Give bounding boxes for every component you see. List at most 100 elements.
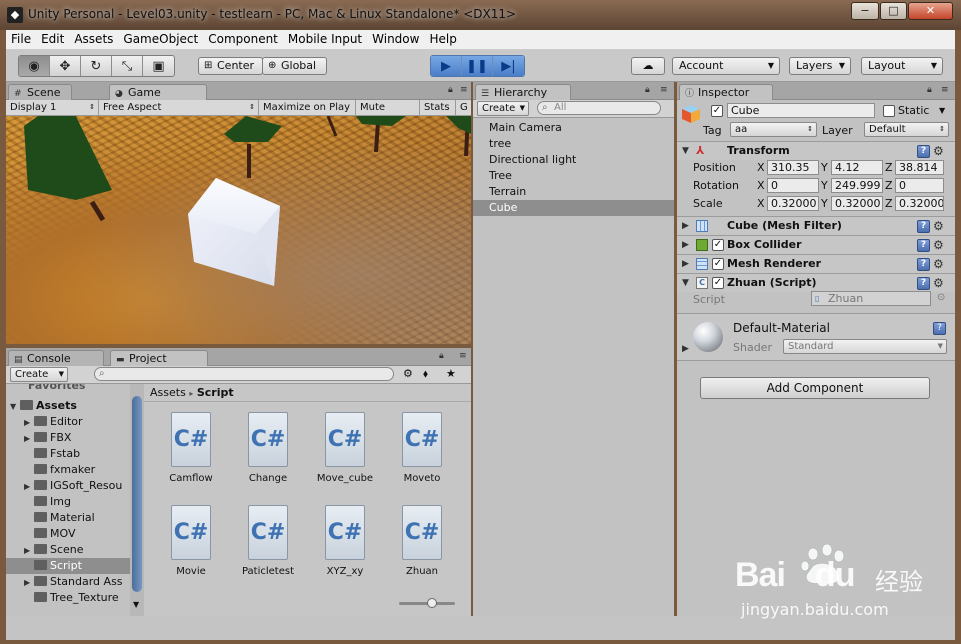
scale-z-field[interactable]: 0.32000 — [895, 196, 944, 211]
box-collider-header[interactable]: ▶ ✓ Box Collider ? ⚙ — [677, 235, 955, 254]
step-icon[interactable]: ▶| — [493, 56, 524, 76]
menu-window[interactable]: Window — [367, 30, 424, 46]
lock-icon[interactable]: 🔒︎ — [645, 85, 650, 95]
pause-icon[interactable]: ❚❚ — [462, 56, 493, 76]
hierarchy-create-dropdown[interactable]: Create ▼ — [477, 101, 529, 116]
filter-label-icon[interactable]: ⬧ — [423, 367, 428, 381]
script-checkbox[interactable]: ✓ — [712, 277, 724, 289]
folder-tree-item[interactable]: Fstab — [24, 446, 130, 462]
rotation-y-axis-label[interactable]: Y — [821, 179, 828, 192]
folder-tree-item[interactable]: ▶ Scene — [24, 542, 130, 558]
help-icon[interactable]: ? — [933, 322, 946, 335]
icon-size-slider[interactable] — [399, 598, 455, 608]
position-x-axis-label[interactable]: X — [757, 161, 765, 174]
fold-closed-icon[interactable]: ▶ — [24, 543, 34, 559]
minimize-button[interactable]: − — [851, 2, 879, 20]
icon-size-slider-thumb[interactable] — [427, 598, 437, 608]
menu-assets[interactable]: Assets — [69, 30, 118, 46]
active-checkbox[interactable]: ✓ — [711, 105, 723, 117]
tab-scene[interactable]: # Scene — [8, 84, 72, 100]
fold-closed-icon[interactable]: ▶ — [682, 344, 689, 354]
pivot-center-button[interactable]: ⊞ Center — [198, 57, 263, 75]
script-asset[interactable]: C# Camflow — [158, 412, 224, 484]
project-search-input[interactable]: ⌕ — [94, 367, 394, 381]
folder-tree-item[interactable]: MOV — [24, 526, 130, 542]
rotate-tool-icon[interactable]: ↻ — [81, 56, 112, 76]
tree-scrollbar-thumb[interactable] — [132, 396, 142, 592]
folder-tree-item[interactable]: ▼ Assets — [10, 398, 130, 414]
script-asset[interactable]: C# Zhuan — [389, 505, 455, 577]
mute-audio-toggle[interactable]: Mute audio — [356, 100, 420, 128]
menu-component[interactable]: Component — [203, 30, 283, 46]
folder-tree-item[interactable]: ▶ Standard Ass — [24, 574, 130, 590]
hierarchy-item[interactable]: Tree — [473, 168, 674, 184]
favorite-star-icon[interactable]: ★ — [446, 367, 456, 380]
mesh-filter-header[interactable]: ▶ Cube (Mesh Filter) ? ⚙ — [677, 216, 955, 235]
menu-mobile-input[interactable]: Mobile Input — [283, 30, 367, 46]
script-asset[interactable]: C# Moveto — [389, 412, 455, 484]
rect-tool-icon[interactable]: ▣ — [143, 56, 174, 76]
view-tool-eye-icon[interactable]: ◉ — [19, 56, 50, 76]
box-collider-checkbox[interactable]: ✓ — [712, 239, 724, 251]
gear-icon[interactable]: ⚙ — [933, 217, 944, 235]
aspect-dropdown[interactable]: Free Aspect ⇕ — [99, 100, 259, 116]
rotation-z-axis-label[interactable]: Z — [885, 179, 893, 192]
filter-type-icon[interactable]: ⚙ — [403, 367, 413, 380]
fold-closed-icon[interactable]: ▶ — [24, 479, 34, 495]
tab-inspector[interactable]: ⓘ Inspector — [679, 84, 773, 100]
layers-dropdown[interactable]: Layers ▼ — [789, 57, 851, 75]
position-y-axis-label[interactable]: Y — [821, 161, 828, 174]
panel-menu-icon[interactable]: ≡ — [660, 85, 668, 95]
static-checkbox[interactable] — [883, 105, 895, 117]
folder-tree-item[interactable]: ▶ IGSoft_Resou — [24, 478, 130, 494]
rotation-y-field[interactable]: 249.999 — [831, 178, 883, 193]
game-view[interactable] — [6, 116, 471, 344]
hierarchy-item[interactable]: Cube — [473, 200, 674, 216]
panel-menu-icon[interactable]: ≡ — [459, 351, 467, 361]
menu-gameobject[interactable]: GameObject — [118, 30, 203, 46]
fold-open-icon[interactable]: ▼ — [10, 399, 20, 415]
tree-scrollbar[interactable]: ▼ — [130, 384, 144, 616]
help-icon[interactable]: ? — [917, 220, 930, 233]
gizmos-dropdown[interactable]: G — [456, 100, 471, 116]
help-icon[interactable]: ? — [917, 145, 930, 158]
breadcrumb-assets[interactable]: Assets — [150, 386, 186, 399]
display-dropdown[interactable]: Display 1 ⇕ — [6, 100, 99, 116]
folder-tree-item[interactable]: ▶ FBX — [24, 430, 130, 446]
script-asset[interactable]: C# XYZ_xy — [312, 505, 378, 577]
tab-console[interactable]: ▤ Console — [8, 350, 104, 366]
folder-tree-item[interactable]: Tree_Texture — [24, 590, 130, 606]
static-dropdown-icon[interactable]: ▼ — [939, 106, 945, 115]
menu-edit[interactable]: Edit — [36, 30, 69, 46]
panel-menu-icon[interactable]: ≡ — [941, 85, 949, 95]
hierarchy-item[interactable]: tree — [473, 136, 674, 152]
breadcrumb-script[interactable]: Script — [197, 386, 234, 399]
tab-project[interactable]: ▬ Project — [110, 350, 208, 366]
hierarchy-item[interactable]: Terrain — [473, 184, 674, 200]
position-z-field[interactable]: 38.814 — [895, 160, 944, 175]
tab-hierarchy[interactable]: ☰ Hierarchy — [475, 84, 571, 100]
position-x-field[interactable]: 310.35 — [767, 160, 819, 175]
layout-dropdown[interactable]: Layout ▼ — [861, 57, 943, 75]
menu-file[interactable]: File — [6, 30, 36, 46]
help-icon[interactable]: ? — [917, 258, 930, 271]
layer-dropdown[interactable]: Default ⇕ — [864, 122, 949, 137]
scale-x-field[interactable]: 0.32000 — [767, 196, 819, 211]
position-z-axis-label[interactable]: Z — [885, 161, 893, 174]
lock-icon[interactable]: 🔒︎ — [439, 351, 444, 361]
shader-dropdown[interactable]: Standard ▼ — [783, 339, 947, 354]
script-asset[interactable]: C# Movie — [158, 505, 224, 577]
script-asset[interactable]: C# Move_cube — [312, 412, 378, 484]
tab-game[interactable]: ◕ Game — [109, 84, 207, 100]
help-icon[interactable]: ? — [917, 277, 930, 290]
scale-y-field[interactable]: 0.32000 — [831, 196, 883, 211]
scale-y-axis-label[interactable]: Y — [821, 197, 828, 210]
move-tool-icon[interactable]: ✥ — [50, 56, 81, 76]
project-create-dropdown[interactable]: Create ▼ — [10, 367, 68, 382]
hierarchy-search-input[interactable]: ⌕ All — [537, 101, 661, 115]
script-asset[interactable]: C# Paticletest — [235, 505, 301, 577]
object-picker-icon[interactable]: ⊙ — [937, 292, 945, 303]
folder-tree-item[interactable]: fxmaker — [24, 462, 130, 478]
mesh-renderer-checkbox[interactable]: ✓ — [712, 258, 724, 270]
space-global-button[interactable]: ⊕ Global — [262, 57, 327, 75]
